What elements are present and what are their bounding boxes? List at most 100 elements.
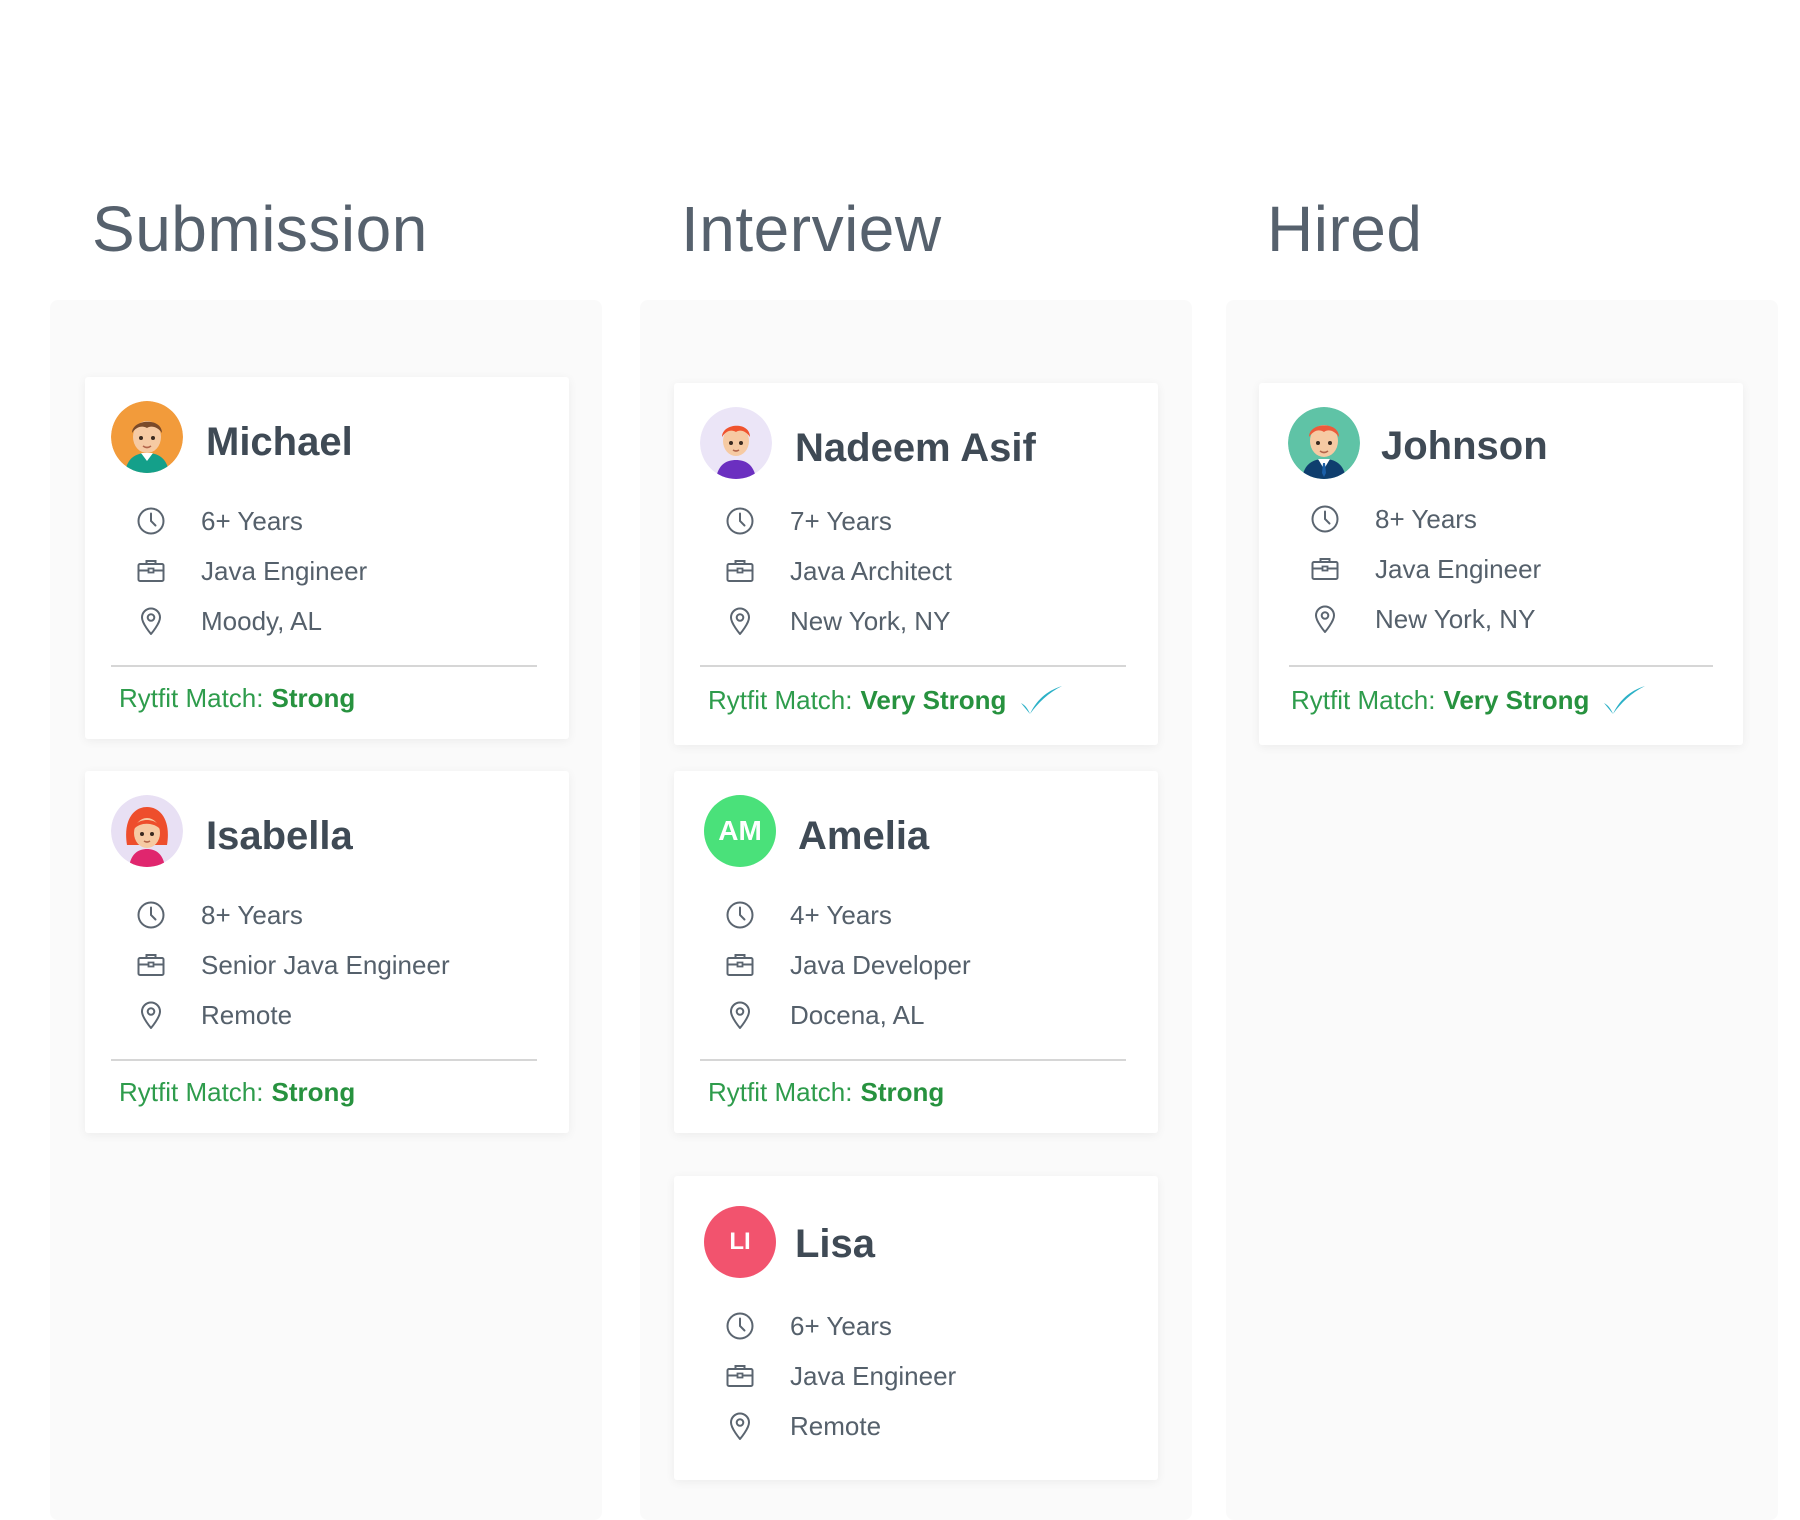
match-indicator: Rytfit Match: Very Strong — [1291, 683, 1647, 717]
column-title-submission: Submission — [92, 193, 428, 265]
experience-text: 8+ Years — [201, 899, 303, 930]
role-text: Java Engineer — [1375, 553, 1542, 584]
candidate-name: Lisa — [795, 1222, 876, 1266]
role-row: Java Engineer — [724, 1356, 956, 1396]
match-indicator: Rytfit Match: Very Strong — [708, 683, 1064, 717]
briefcase-icon — [724, 555, 756, 587]
avatar-illustration — [1288, 407, 1360, 479]
avatar — [111, 401, 183, 473]
experience-row: 8+ Years — [135, 895, 303, 935]
divider — [700, 1059, 1126, 1061]
role-text: Senior Java Engineer — [201, 949, 450, 980]
experience-row: 6+ Years — [135, 501, 303, 541]
avatar — [1288, 407, 1360, 479]
match-level: Strong — [860, 1077, 945, 1107]
match-level: Very Strong — [1443, 684, 1590, 715]
divider — [111, 665, 537, 667]
location-row: Remote — [135, 995, 292, 1035]
avatar: LI — [704, 1206, 776, 1278]
role-row: Java Architect — [724, 551, 952, 591]
clock-icon — [1309, 503, 1341, 535]
experience-text: 7+ Years — [790, 505, 892, 536]
role-row: Java Developer — [724, 945, 971, 985]
clock-icon — [135, 505, 167, 537]
role-text: Java Architect — [790, 555, 952, 586]
candidate-name: Isabella — [206, 814, 353, 858]
candidate-card-isabella[interactable]: Isabella 8+ Years Senior Java Engineer R… — [85, 771, 569, 1133]
role-row: Java Engineer — [1309, 549, 1541, 589]
briefcase-icon — [135, 949, 167, 981]
clock-icon — [724, 1310, 756, 1342]
checkmark-icon — [1018, 683, 1064, 717]
briefcase-icon — [1309, 553, 1341, 585]
candidate-card-amelia[interactable]: AM Amelia 4+ Years Java Developer Docena… — [674, 771, 1158, 1133]
location-text: New York, NY — [1375, 603, 1536, 634]
candidate-name: Michael — [206, 420, 353, 464]
match-indicator: Rytfit Match: Strong — [119, 1077, 355, 1108]
location-text: Docena, AL — [790, 999, 925, 1030]
divider — [700, 665, 1126, 667]
match-level: Strong — [271, 1077, 356, 1107]
briefcase-icon — [724, 1360, 756, 1392]
experience-row: 6+ Years — [724, 1306, 892, 1346]
role-text: Java Engineer — [790, 1360, 957, 1391]
location-text: Remote — [790, 1410, 882, 1441]
map-pin-icon — [724, 999, 756, 1031]
experience-row: 4+ Years — [724, 895, 892, 935]
candidate-name: Johnson — [1381, 424, 1548, 468]
candidate-card-johnson[interactable]: Johnson 8+ Years Java Engineer New York,… — [1259, 383, 1743, 745]
map-pin-icon — [135, 999, 167, 1031]
clock-icon — [724, 505, 756, 537]
match-label: Rytfit Match: — [1291, 684, 1436, 715]
avatar-illustration — [700, 407, 772, 479]
avatar-illustration — [111, 795, 183, 867]
column-title-interview: Interview — [681, 193, 942, 265]
map-pin-icon — [724, 605, 756, 637]
location-row: Moody, AL — [135, 601, 322, 641]
location-row: Remote — [724, 1406, 881, 1446]
match-level: Very Strong — [860, 684, 1007, 715]
role-row: Senior Java Engineer — [135, 945, 450, 985]
avatar — [111, 795, 183, 867]
match-level: Strong — [271, 683, 356, 713]
clock-icon — [724, 899, 756, 931]
role-text: Java Developer — [790, 949, 971, 980]
location-text: New York, NY — [790, 605, 951, 636]
avatar-initials: AM — [704, 795, 776, 867]
avatar-illustration — [111, 401, 183, 473]
map-pin-icon — [135, 605, 167, 637]
avatar-initials: LI — [704, 1206, 776, 1278]
kanban-board: Submission Interview Hired Michael 6+ Ye… — [0, 0, 1800, 1520]
candidate-card-nadeem-asif[interactable]: Nadeem Asif 7+ Years Java Architect New … — [674, 383, 1158, 745]
location-text: Remote — [201, 999, 293, 1030]
experience-text: 8+ Years — [1375, 503, 1477, 534]
role-row: Java Engineer — [135, 551, 367, 591]
column-title-hired: Hired — [1267, 193, 1423, 265]
briefcase-icon — [724, 949, 756, 981]
experience-text: 6+ Years — [201, 505, 303, 536]
match-label: Rytfit Match: — [119, 1077, 264, 1107]
experience-row: 7+ Years — [724, 501, 892, 541]
divider — [111, 1059, 537, 1061]
map-pin-icon — [724, 1410, 756, 1442]
location-text: Moody, AL — [201, 605, 322, 636]
candidate-name: Nadeem Asif — [795, 426, 1036, 470]
experience-text: 4+ Years — [790, 899, 892, 930]
experience-row: 8+ Years — [1309, 499, 1477, 539]
experience-text: 6+ Years — [790, 1310, 892, 1341]
role-text: Java Engineer — [201, 555, 368, 586]
briefcase-icon — [135, 555, 167, 587]
checkmark-icon — [1601, 683, 1647, 717]
match-label: Rytfit Match: — [119, 683, 264, 713]
location-row: Docena, AL — [724, 995, 924, 1035]
match-indicator: Rytfit Match: Strong — [119, 683, 355, 714]
avatar — [700, 407, 772, 479]
candidate-card-lisa[interactable]: LI Lisa 6+ Years Java Engineer Remote — [674, 1176, 1158, 1480]
match-label: Rytfit Match: — [708, 684, 853, 715]
location-row: New York, NY — [724, 601, 950, 641]
location-row: New York, NY — [1309, 599, 1535, 639]
candidate-card-michael[interactable]: Michael 6+ Years Java Engineer Moody, AL… — [85, 377, 569, 739]
map-pin-icon — [1309, 603, 1341, 635]
avatar: AM — [704, 795, 776, 867]
candidate-name: Amelia — [798, 814, 930, 858]
